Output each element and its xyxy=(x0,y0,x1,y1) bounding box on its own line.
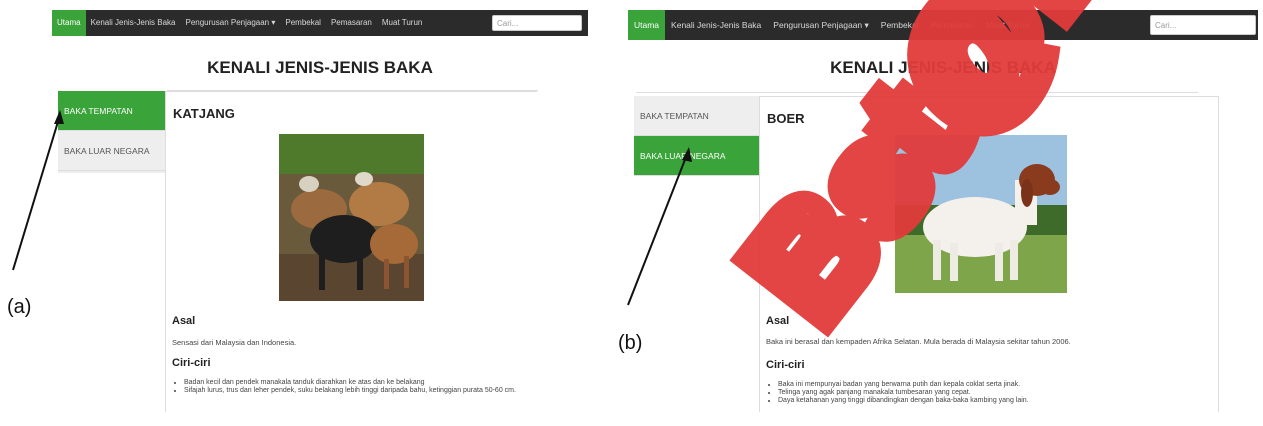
nav-pemasaran[interactable]: Pemasaran xyxy=(925,10,980,40)
search-input[interactable]: Cari... xyxy=(1150,15,1256,35)
page-title: KENALI JENIS-JENIS BAKA xyxy=(830,58,1056,77)
traits-list: Badan kecil dan pendek manakala tanduk d… xyxy=(172,379,516,395)
asal-heading: Asal xyxy=(766,315,790,327)
asal-heading: Asal xyxy=(172,315,196,327)
breed-title: BOER xyxy=(767,111,805,126)
breed-content: KATJANG Asal Sensasi dari Malaysia dan I… xyxy=(165,91,537,412)
trait-item: Baka ini mempunyai badan yang berwarna p… xyxy=(778,381,1029,389)
asal-text: Baka ini berasal dan kempaden Afrika Sel… xyxy=(766,337,1071,346)
breed-content: BOER Asal Baka ini berasal dan kempaden … xyxy=(759,96,1219,412)
title-divider xyxy=(636,92,1198,93)
nav-pembekal[interactable]: Pembekal xyxy=(875,10,925,40)
trait-item: Telinga yang agak panjang manakala tumbe… xyxy=(778,389,1029,397)
trait-item: Badan kecil dan pendek manakala tanduk d… xyxy=(184,379,516,387)
nav-pembekal[interactable]: Pembekal xyxy=(280,10,326,36)
goat-photo-katjang xyxy=(279,134,424,301)
figure-label-b: (b) xyxy=(618,332,643,354)
trait-item: Sifajah lurus, trus dan leher pendek, su… xyxy=(184,387,516,395)
nav-pengurusan-penjagaan[interactable]: Pengurusan Penjagaan ▾ xyxy=(767,10,874,40)
page-title: KENALI JENIS-JENIS BAKA xyxy=(207,58,433,77)
top-navbar: Utama Kenali Jenis-Jenis Baka Pengurusan… xyxy=(628,10,1258,40)
asal-text: Sensasi dari Malaysia dan Indonesia. xyxy=(172,338,297,347)
annotation-arrow-b xyxy=(627,147,692,306)
ciri-heading: Ciri-ciri xyxy=(766,359,805,371)
breed-title: KATJANG xyxy=(173,106,235,121)
nav-muat-turun[interactable]: Muat Turun xyxy=(980,10,1035,40)
figure-label-a: (a) xyxy=(7,296,32,318)
traits-list: Baka ini mempunyai badan yang berwarna p… xyxy=(766,381,1029,405)
search-input[interactable]: Cari... xyxy=(492,15,582,31)
nav-muat-turun[interactable]: Muat Turun xyxy=(377,10,427,36)
nav-pemasaran[interactable]: Pemasaran xyxy=(326,10,377,36)
goat-photo-boer xyxy=(895,135,1067,293)
screenshot-panel-b: Utama Kenali Jenis-Jenis Baka Pengurusan… xyxy=(628,10,1258,412)
annotation-arrow-a xyxy=(12,110,64,271)
ciri-heading: Ciri-ciri xyxy=(172,357,211,369)
nav-pengurusan-penjagaan[interactable]: Pengurusan Penjagaan ▾ xyxy=(181,10,281,36)
trait-item: Daya ketahanan yang tinggi dibandingkan … xyxy=(778,397,1029,405)
screenshot-panel-a: Utama Kenali Jenis-Jenis Baka Pengurusan… xyxy=(52,10,588,412)
top-navbar: Utama Kenali Jenis-Jenis Baka Pengurusan… xyxy=(52,10,588,36)
